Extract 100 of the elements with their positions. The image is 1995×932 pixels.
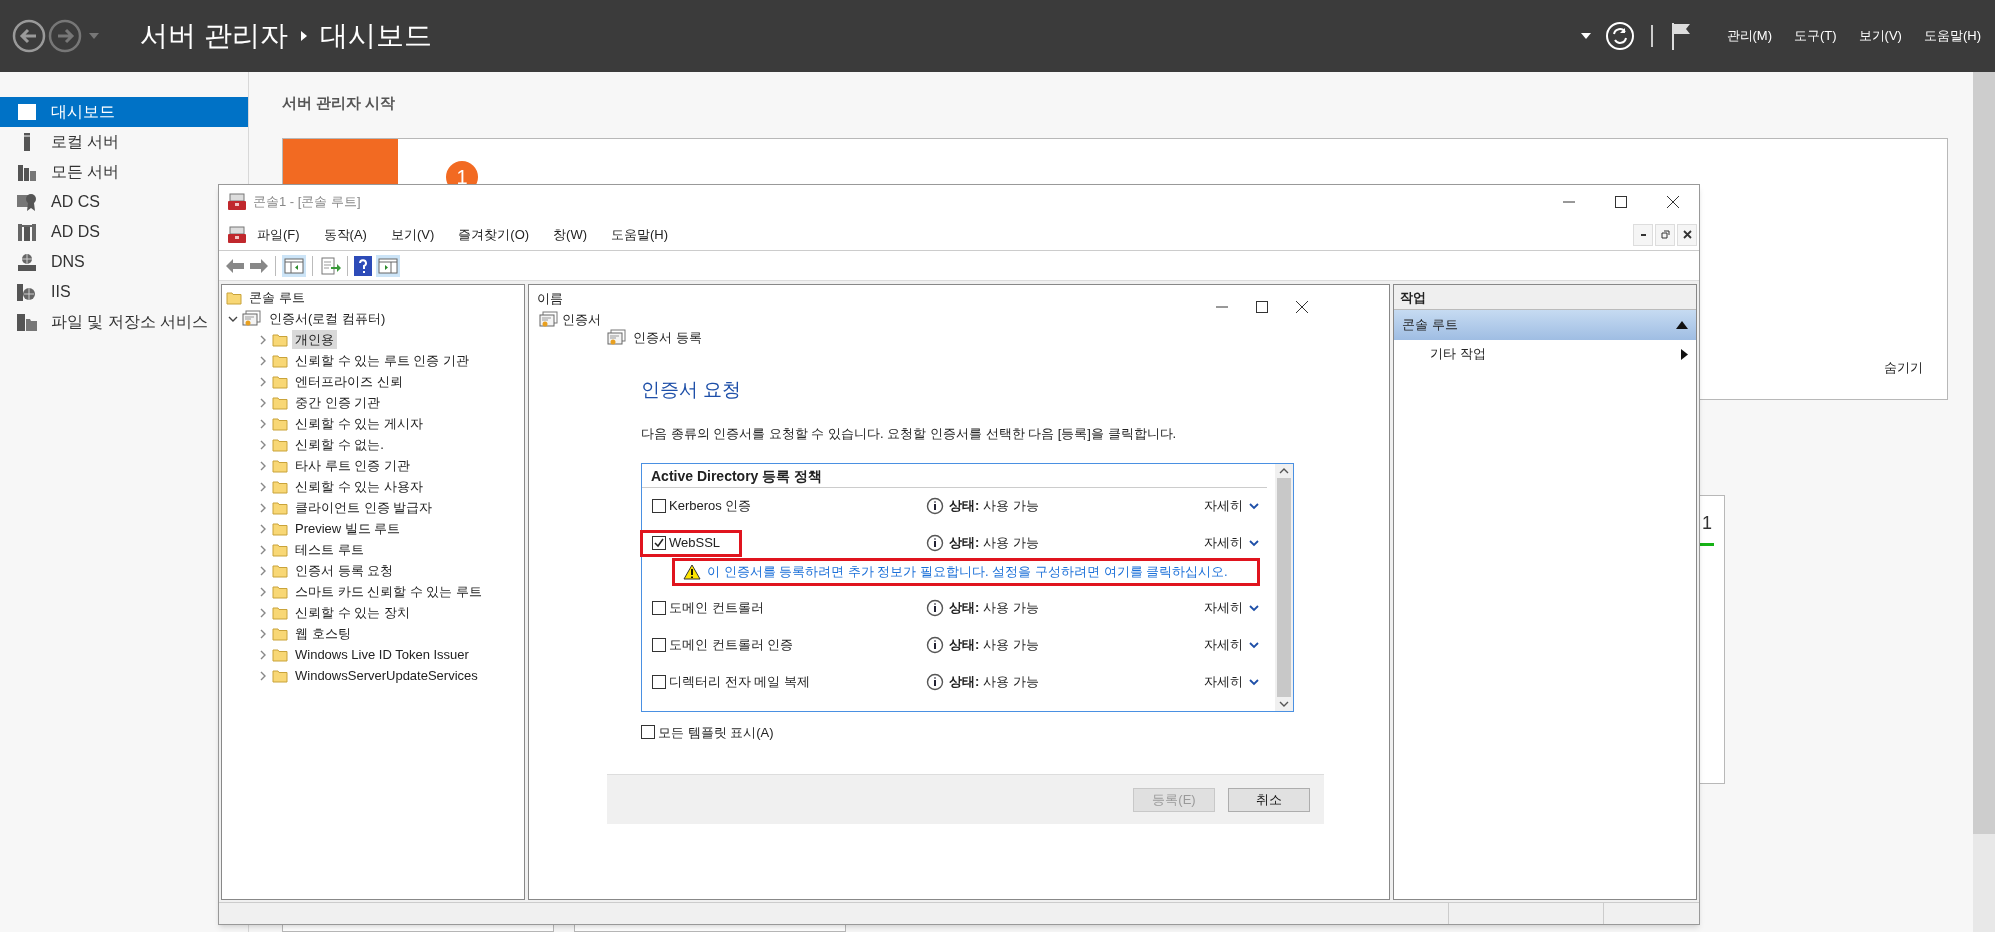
tree-item[interactable]: 콘솔 루트: [246, 287, 308, 308]
chevron-icon[interactable]: [1249, 604, 1259, 612]
sidebar-item[interactable]: AD DS: [0, 217, 104, 247]
toolbox-icon: [227, 225, 247, 244]
info-icon: [926, 534, 944, 552]
menu-item[interactable]: 관리(M): [1726, 26, 1772, 46]
tree-item[interactable]: 인증서 등록 요청: [292, 560, 397, 581]
info-icon: [926, 599, 944, 617]
certificate-server-icon: [17, 193, 37, 211]
info-icon: [926, 636, 944, 654]
forward-icon[interactable]: [48, 19, 82, 53]
sidebar-item[interactable]: DNS: [0, 247, 89, 277]
tree-item[interactable]: 개인용: [292, 329, 337, 350]
details-link[interactable]: 자세히: [1204, 635, 1243, 655]
tree-item[interactable]: WindowsServerUpdateServices: [292, 665, 481, 686]
tree-item[interactable]: 신뢰할 수 있는 사용자: [292, 476, 426, 497]
menu-item[interactable]: 즐겨찾기(O): [458, 224, 530, 245]
tree-item[interactable]: 엔터프라이즈 신뢰: [292, 371, 406, 392]
menu-item[interactable]: 창(W): [553, 224, 587, 245]
checkbox[interactable]: [652, 638, 666, 652]
tree-item[interactable]: 웹 호스팅: [292, 623, 354, 644]
folder-icon: [272, 521, 288, 536]
dialog-button[interactable]: 취소: [1228, 787, 1310, 812]
collapse-icon: [1676, 321, 1688, 329]
tree-item[interactable]: 중간 인증 기관: [292, 392, 384, 413]
scroll-thumb[interactable]: [1277, 477, 1291, 697]
maximize-icon: [1615, 196, 1627, 208]
forward-arrow-icon[interactable]: [249, 257, 269, 274]
action-item[interactable]: 기타 작업: [1430, 344, 1486, 364]
action-section[interactable]: 콘솔 루트: [1394, 310, 1696, 340]
dialog-heading: 인증서 요청: [641, 377, 743, 402]
list-item[interactable]: 인증서: [562, 310, 601, 330]
tree-item[interactable]: 테스트 루트: [292, 539, 367, 560]
close-icon: [1682, 230, 1692, 239]
checkbox[interactable]: [652, 536, 666, 550]
sidebar-item[interactable]: IIS: [0, 277, 75, 307]
tree-item[interactable]: 클라이언트 인증 발급자: [292, 497, 436, 518]
dialog-title: 인증서 등록: [633, 329, 702, 347]
details-link[interactable]: 자세히: [1204, 533, 1243, 553]
tree-item[interactable]: Preview 빌드 루트: [292, 518, 404, 539]
menu-item[interactable]: 보기(V): [1858, 26, 1902, 46]
sidebar-item[interactable]: 모든 서버: [0, 157, 124, 187]
tree-item[interactable]: 신뢰할 수 있는 장치: [292, 602, 413, 623]
window-title: 콘솔1 - [콘솔 루트]: [253, 193, 361, 212]
grid-icon: [18, 104, 36, 120]
pane-toggle-icon[interactable]: [376, 254, 400, 277]
tree-item[interactable]: 인증서(로컬 컴퓨터): [266, 308, 389, 329]
certificate-icon: [242, 309, 262, 328]
web-server-icon: [17, 283, 37, 301]
menu-item[interactable]: 보기(V): [390, 224, 435, 245]
details-link[interactable]: 자세히: [1204, 598, 1243, 618]
tree-item[interactable]: 신뢰할 수 있는 루트 인증 기관: [292, 350, 473, 371]
warning-link[interactable]: 이 인증서를 등록하려면 추가 정보가 필요합니다. 설정을 구성하려면 여기를 클릭하십시오.: [707, 562, 1228, 581]
tree-item[interactable]: 신뢰할 수 있는 게시자: [292, 413, 426, 434]
certificate-icon: [539, 311, 559, 329]
chevron-icon[interactable]: [1249, 539, 1259, 547]
sidebar-item[interactable]: 대시보드: [0, 97, 248, 127]
tree-item[interactable]: 타사 루트 인증 기관: [292, 455, 413, 476]
dropdown-icon[interactable]: [1580, 33, 1591, 39]
close-button[interactable]: [1677, 223, 1697, 246]
folder-icon: [272, 458, 288, 473]
details-link[interactable]: 자세히: [1204, 496, 1243, 516]
folder-icon: [272, 395, 288, 410]
file-server-icon: [17, 313, 37, 331]
tree-item[interactable]: 신뢰할 수 없는.: [292, 434, 387, 455]
minimize-button[interactable]: [1633, 223, 1653, 246]
hide-link[interactable]: 숨기기: [1884, 357, 1923, 377]
chevron-icon[interactable]: [1249, 502, 1259, 510]
menu-item[interactable]: 도움말(H): [1923, 26, 1981, 46]
menu-item[interactable]: 도움말(H): [611, 224, 669, 245]
checkbox[interactable]: [652, 675, 666, 689]
template-name: 디렉터리 전자 메일 복제: [669, 673, 810, 692]
chevron-icon[interactable]: [1249, 641, 1259, 649]
back-arrow-icon[interactable]: [225, 257, 245, 274]
menu-item[interactable]: 파일(F): [257, 224, 300, 245]
policy-header: Active Directory 등록 정책: [642, 463, 1267, 488]
tree-item[interactable]: Windows Live ID Token Issuer: [292, 644, 472, 665]
pane-toggle-icon[interactable]: [282, 254, 306, 277]
sidebar-item[interactable]: AD CS: [0, 187, 104, 217]
help-icon[interactable]: [354, 255, 372, 276]
refresh-icon[interactable]: [1604, 21, 1635, 51]
breadcrumb-item[interactable]: 대시보드: [319, 15, 432, 57]
sidebar-item[interactable]: 로컬 서버: [0, 127, 124, 157]
dialog-description: 다음 종류의 인증서를 요청할 수 있습니다. 요청할 인증서를 선택한 다음 [등록]을 클릭합니다.: [641, 425, 1178, 443]
chevron-icon[interactable]: [1249, 678, 1259, 686]
tree-item[interactable]: 스마트 카드 신뢰할 수 있는 루트: [292, 581, 486, 602]
flag-icon[interactable]: [1670, 22, 1691, 50]
details-link[interactable]: 자세히: [1204, 672, 1243, 692]
server-count: 1: [1702, 512, 1712, 535]
submenu-arrow-icon: [1681, 348, 1688, 360]
menu-item[interactable]: 도구(T): [1794, 26, 1837, 46]
checkbox[interactable]: [641, 725, 655, 740]
menu-item[interactable]: 동작(A): [323, 224, 367, 245]
back-icon[interactable]: [12, 19, 46, 53]
template-status: 상태: 사용 가능: [949, 497, 1039, 516]
checkbox[interactable]: [652, 499, 666, 513]
breadcrumb-item[interactable]: 서버 관리자: [140, 15, 288, 57]
sidebar-item[interactable]: 파일 및 저장소 서비스: [0, 307, 213, 337]
checkbox[interactable]: [652, 601, 666, 615]
export-icon[interactable]: [319, 255, 341, 276]
